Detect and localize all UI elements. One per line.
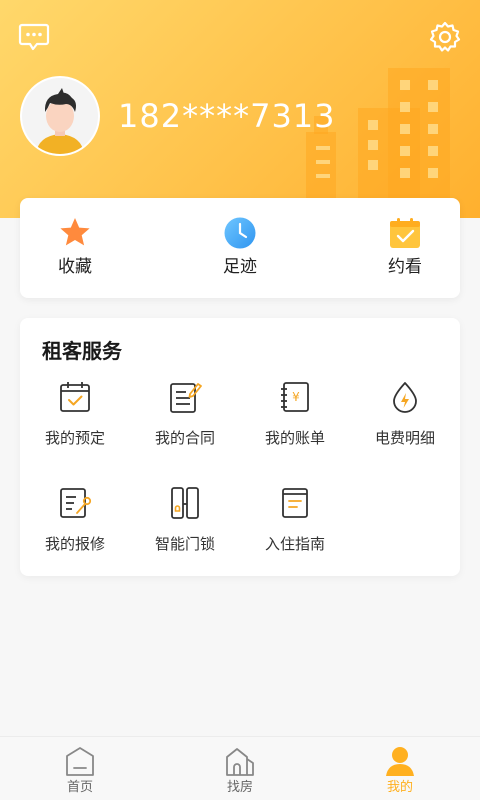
checkin-guide-button[interactable]: 入住指南 bbox=[240, 486, 350, 576]
quick-actions-card: 收藏 足迹 约看 bbox=[20, 198, 460, 298]
tab-home[interactable]: 首页 bbox=[0, 737, 160, 800]
history-button[interactable]: 足迹 bbox=[185, 198, 295, 298]
house-search-icon bbox=[226, 748, 254, 776]
tab-home-label: 首页 bbox=[66, 780, 93, 795]
home-icon bbox=[66, 747, 94, 776]
my-repair-label: 我的报修 bbox=[44, 535, 105, 553]
profile-header: 182****7313 bbox=[0, 0, 480, 218]
my-reservation-label: 我的预定 bbox=[44, 429, 105, 447]
settings-button[interactable] bbox=[428, 20, 462, 54]
star-icon bbox=[60, 218, 90, 246]
tab-find-house-label: 找房 bbox=[226, 780, 253, 795]
tenant-services-card: 租客服务 我的预定 我的合同 ¥ 我的账单 电费明细 我的报修 智能门锁 入住指… bbox=[20, 318, 460, 576]
user-icon bbox=[386, 747, 414, 776]
smart-lock-icon bbox=[171, 487, 199, 519]
my-contract-button[interactable]: 我的合同 bbox=[130, 380, 240, 470]
bottom-tab-bar: 首页 找房 我的 bbox=[0, 736, 480, 800]
my-bill-label: 我的账单 bbox=[264, 429, 325, 447]
gear-icon bbox=[429, 21, 461, 52]
viewing-appointment-button[interactable]: 约看 bbox=[350, 198, 460, 298]
calendar-check-icon bbox=[390, 218, 420, 248]
contract-icon bbox=[170, 383, 202, 413]
my-repair-button[interactable]: 我的报修 bbox=[20, 486, 130, 576]
my-reservation-button[interactable]: 我的预定 bbox=[20, 380, 130, 470]
favorites-label: 收藏 bbox=[58, 257, 92, 277]
tab-mine[interactable]: 我的 bbox=[320, 737, 480, 800]
avatar[interactable] bbox=[20, 76, 100, 156]
guide-book-icon bbox=[282, 488, 308, 518]
svg-text:¥: ¥ bbox=[292, 390, 300, 404]
tab-mine-label: 我的 bbox=[386, 780, 413, 795]
my-contract-label: 我的合同 bbox=[154, 429, 215, 447]
message-icon bbox=[18, 23, 50, 51]
electricity-detail-button[interactable]: 电费明细 bbox=[350, 380, 460, 470]
viewing-appointment-label: 约看 bbox=[388, 257, 422, 277]
profile-page: 182****7313 收藏 足迹 约看 租客服务 我的预定 我的合同 ¥ 我的… bbox=[0, 0, 480, 800]
avatar-icon bbox=[22, 78, 98, 154]
clock-icon bbox=[224, 217, 256, 249]
history-label: 足迹 bbox=[223, 257, 257, 277]
tab-find-house[interactable]: 找房 bbox=[160, 737, 320, 800]
favorites-button[interactable]: 收藏 bbox=[20, 198, 130, 298]
electricity-icon bbox=[393, 382, 417, 413]
electricity-detail-label: 电费明细 bbox=[374, 429, 435, 447]
my-bill-button[interactable]: ¥ 我的账单 bbox=[240, 380, 350, 470]
tenant-services-title: 租客服务 bbox=[42, 339, 122, 363]
bill-icon: ¥ bbox=[281, 382, 309, 412]
checkin-guide-label: 入住指南 bbox=[264, 535, 325, 553]
smart-lock-label: 智能门锁 bbox=[154, 535, 215, 553]
message-button[interactable] bbox=[18, 22, 50, 52]
user-phone-number: 182****7313 bbox=[118, 97, 336, 135]
calendar-check-icon bbox=[60, 382, 90, 412]
repair-icon bbox=[60, 488, 92, 518]
smart-lock-button[interactable]: 智能门锁 bbox=[130, 486, 240, 576]
